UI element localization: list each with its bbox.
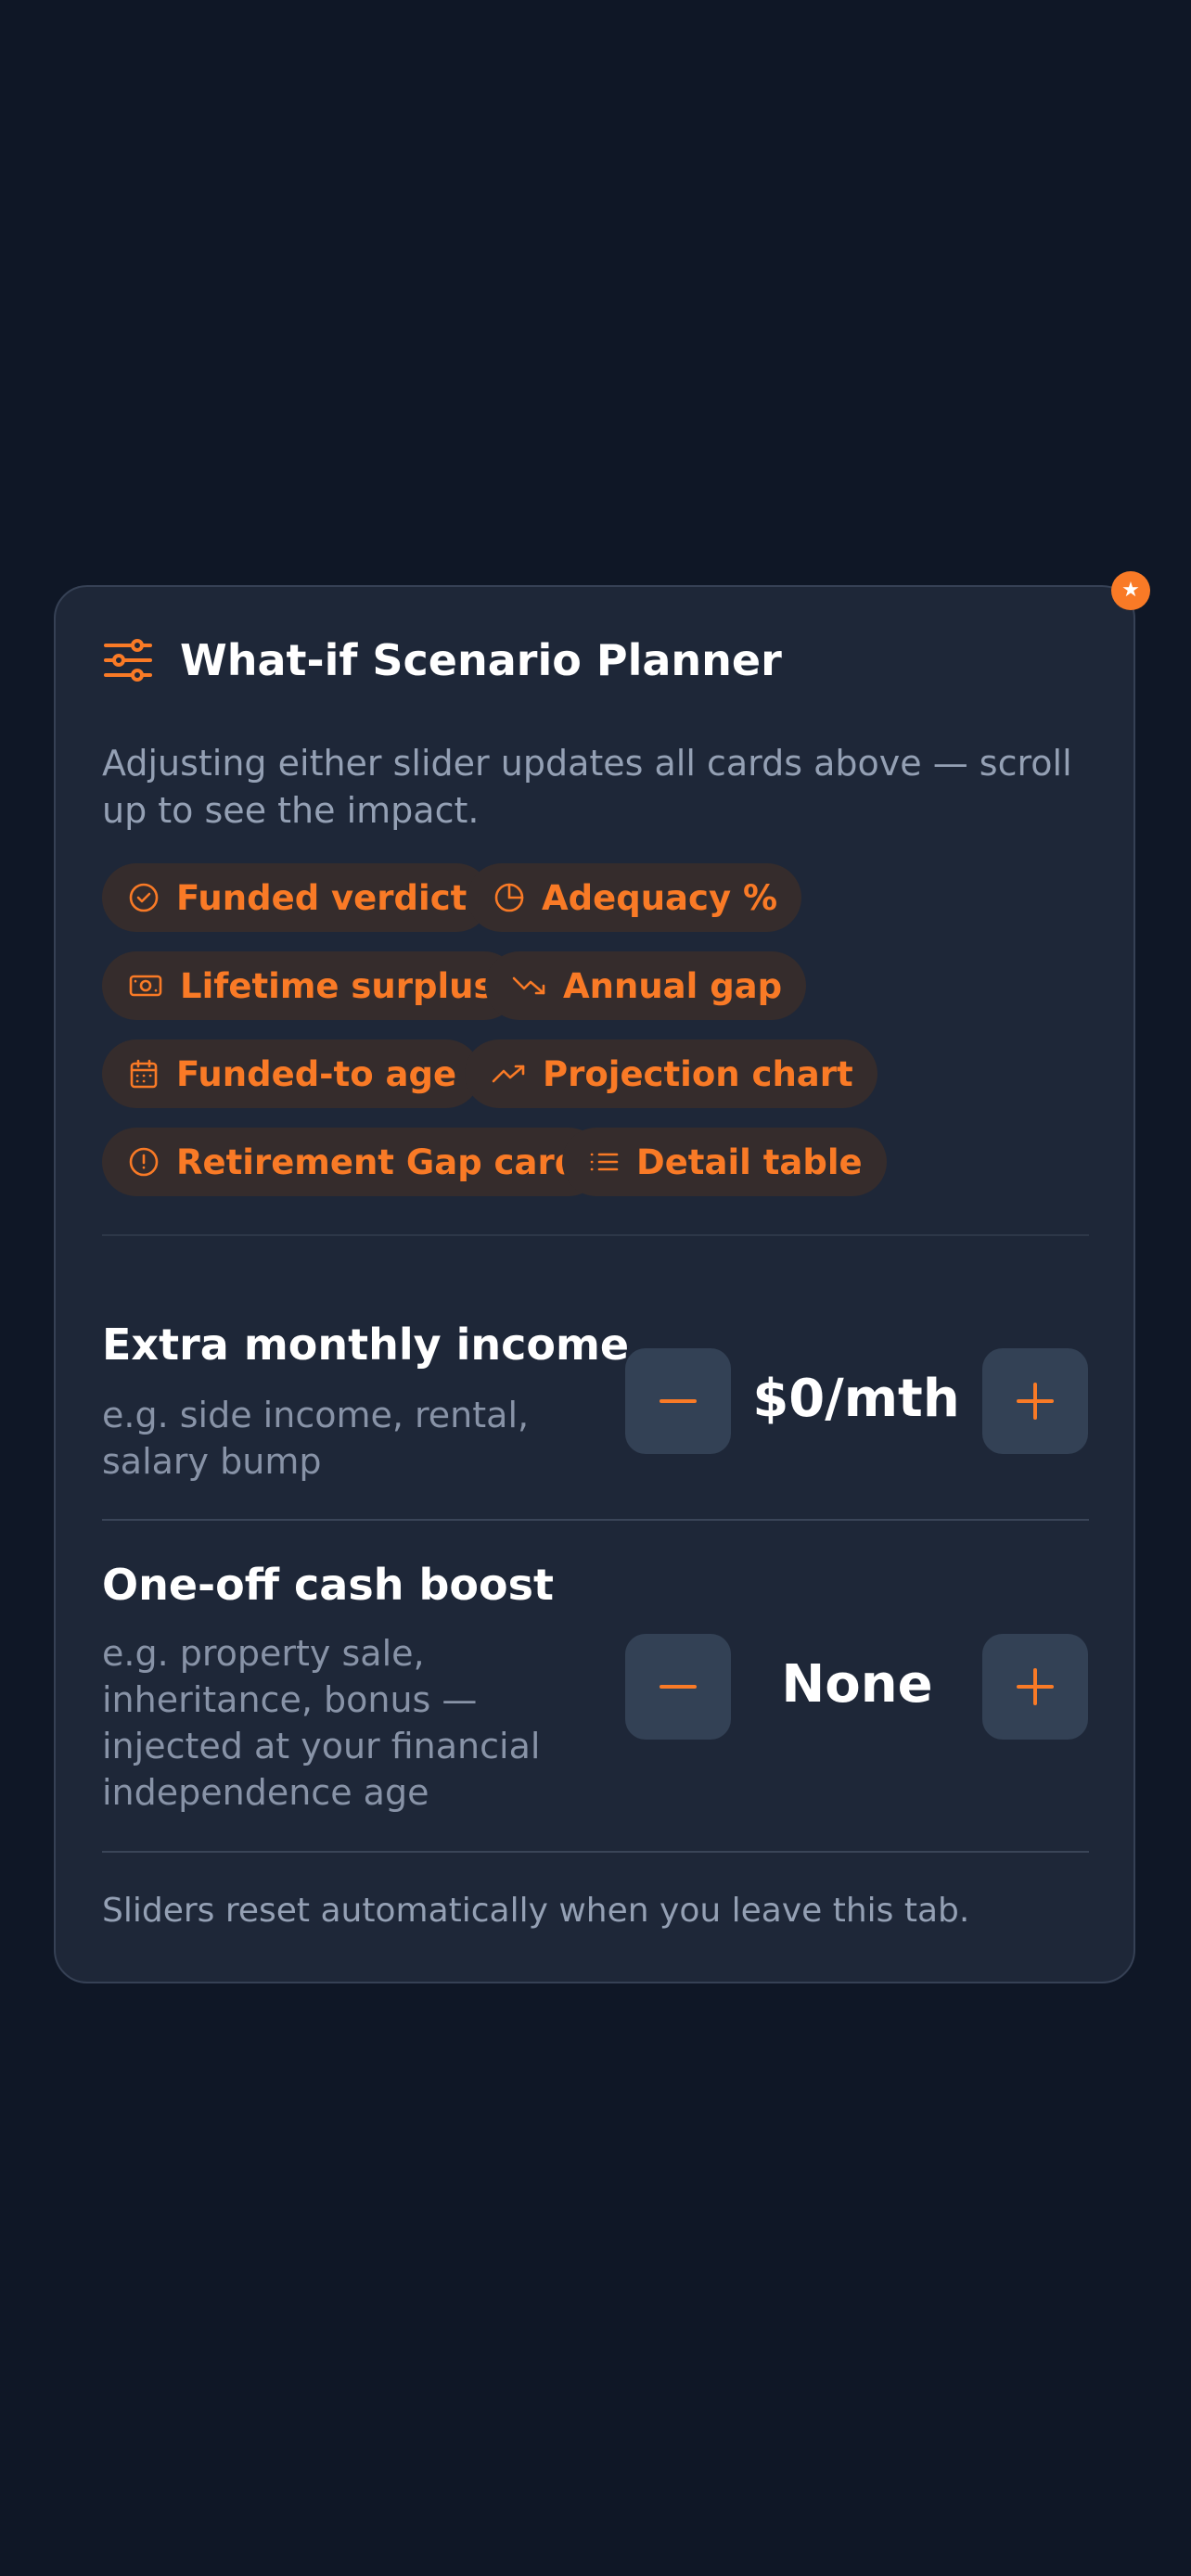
chip-label: Lifetime surplus (180, 965, 494, 1006)
trending-down-icon (512, 976, 545, 995)
chip-detail-table[interactable]: Detail table (562, 1128, 887, 1196)
calendar-icon (130, 1059, 158, 1089)
plus-icon (1017, 1668, 1054, 1705)
chip-projection-chart[interactable]: Projection chart (465, 1039, 877, 1108)
planner-header: What-if Scenario Planner (102, 635, 782, 685)
chip-label: Adequacy % (542, 877, 778, 918)
sliders-icon (102, 638, 154, 682)
planner-title: What-if Scenario Planner (180, 635, 782, 685)
star-badge-icon: ★ (1111, 571, 1150, 610)
extra-income-increase-button[interactable] (982, 1348, 1088, 1454)
extra-income-title: Extra monthly income (102, 1320, 630, 1370)
cash-boost-subtitle: e.g. property sale, inheritance, bonus —… (102, 1633, 541, 1813)
chip-label: Retirement Gap card (176, 1141, 580, 1182)
minus-icon (660, 1685, 697, 1689)
chip-funded-verdict[interactable]: Funded verdict (102, 863, 492, 932)
trending-up-icon (492, 1065, 525, 1083)
plus-icon (1017, 1383, 1054, 1420)
cash-boost-value: None (781, 1654, 933, 1715)
divider (102, 1234, 1089, 1236)
chip-label: Funded verdict (176, 877, 467, 918)
extra-income-value: $0/mth (752, 1369, 960, 1429)
pie-chart-icon (494, 883, 524, 912)
chip-label: Detail table (636, 1141, 863, 1182)
divider (102, 1519, 1089, 1521)
extra-income-decrease-button[interactable] (625, 1348, 731, 1454)
chip-label: Funded-to age (176, 1053, 457, 1094)
planner-description: Adjusting either slider updates all card… (102, 743, 1072, 831)
chip-funded-to-age[interactable]: Funded-to age (102, 1039, 481, 1108)
footer-note: Sliders reset automatically when you lea… (102, 1892, 970, 1930)
cash-boost-title: One-off cash boost (102, 1560, 554, 1610)
banknote-icon (129, 975, 162, 997)
extra-income-subtitle: e.g. side income, rental, salary bump (102, 1395, 530, 1482)
list-icon (590, 1153, 619, 1171)
divider (102, 1851, 1089, 1853)
alert-circle-icon (129, 1147, 159, 1177)
chip-adequacy[interactable]: Adequacy % (467, 863, 802, 932)
chip-lifetime-surplus[interactable]: Lifetime surplus (102, 951, 519, 1020)
minus-icon (660, 1399, 697, 1403)
chip-label: Annual gap (563, 965, 783, 1006)
cash-boost-decrease-button[interactable] (625, 1634, 731, 1740)
chip-retirement-gap-card[interactable]: Retirement Gap card (102, 1128, 604, 1196)
chip-label: Projection chart (543, 1053, 853, 1094)
cash-boost-increase-button[interactable] (982, 1634, 1088, 1740)
check-circle-icon (129, 883, 159, 912)
chip-annual-gap[interactable]: Annual gap (485, 951, 807, 1020)
